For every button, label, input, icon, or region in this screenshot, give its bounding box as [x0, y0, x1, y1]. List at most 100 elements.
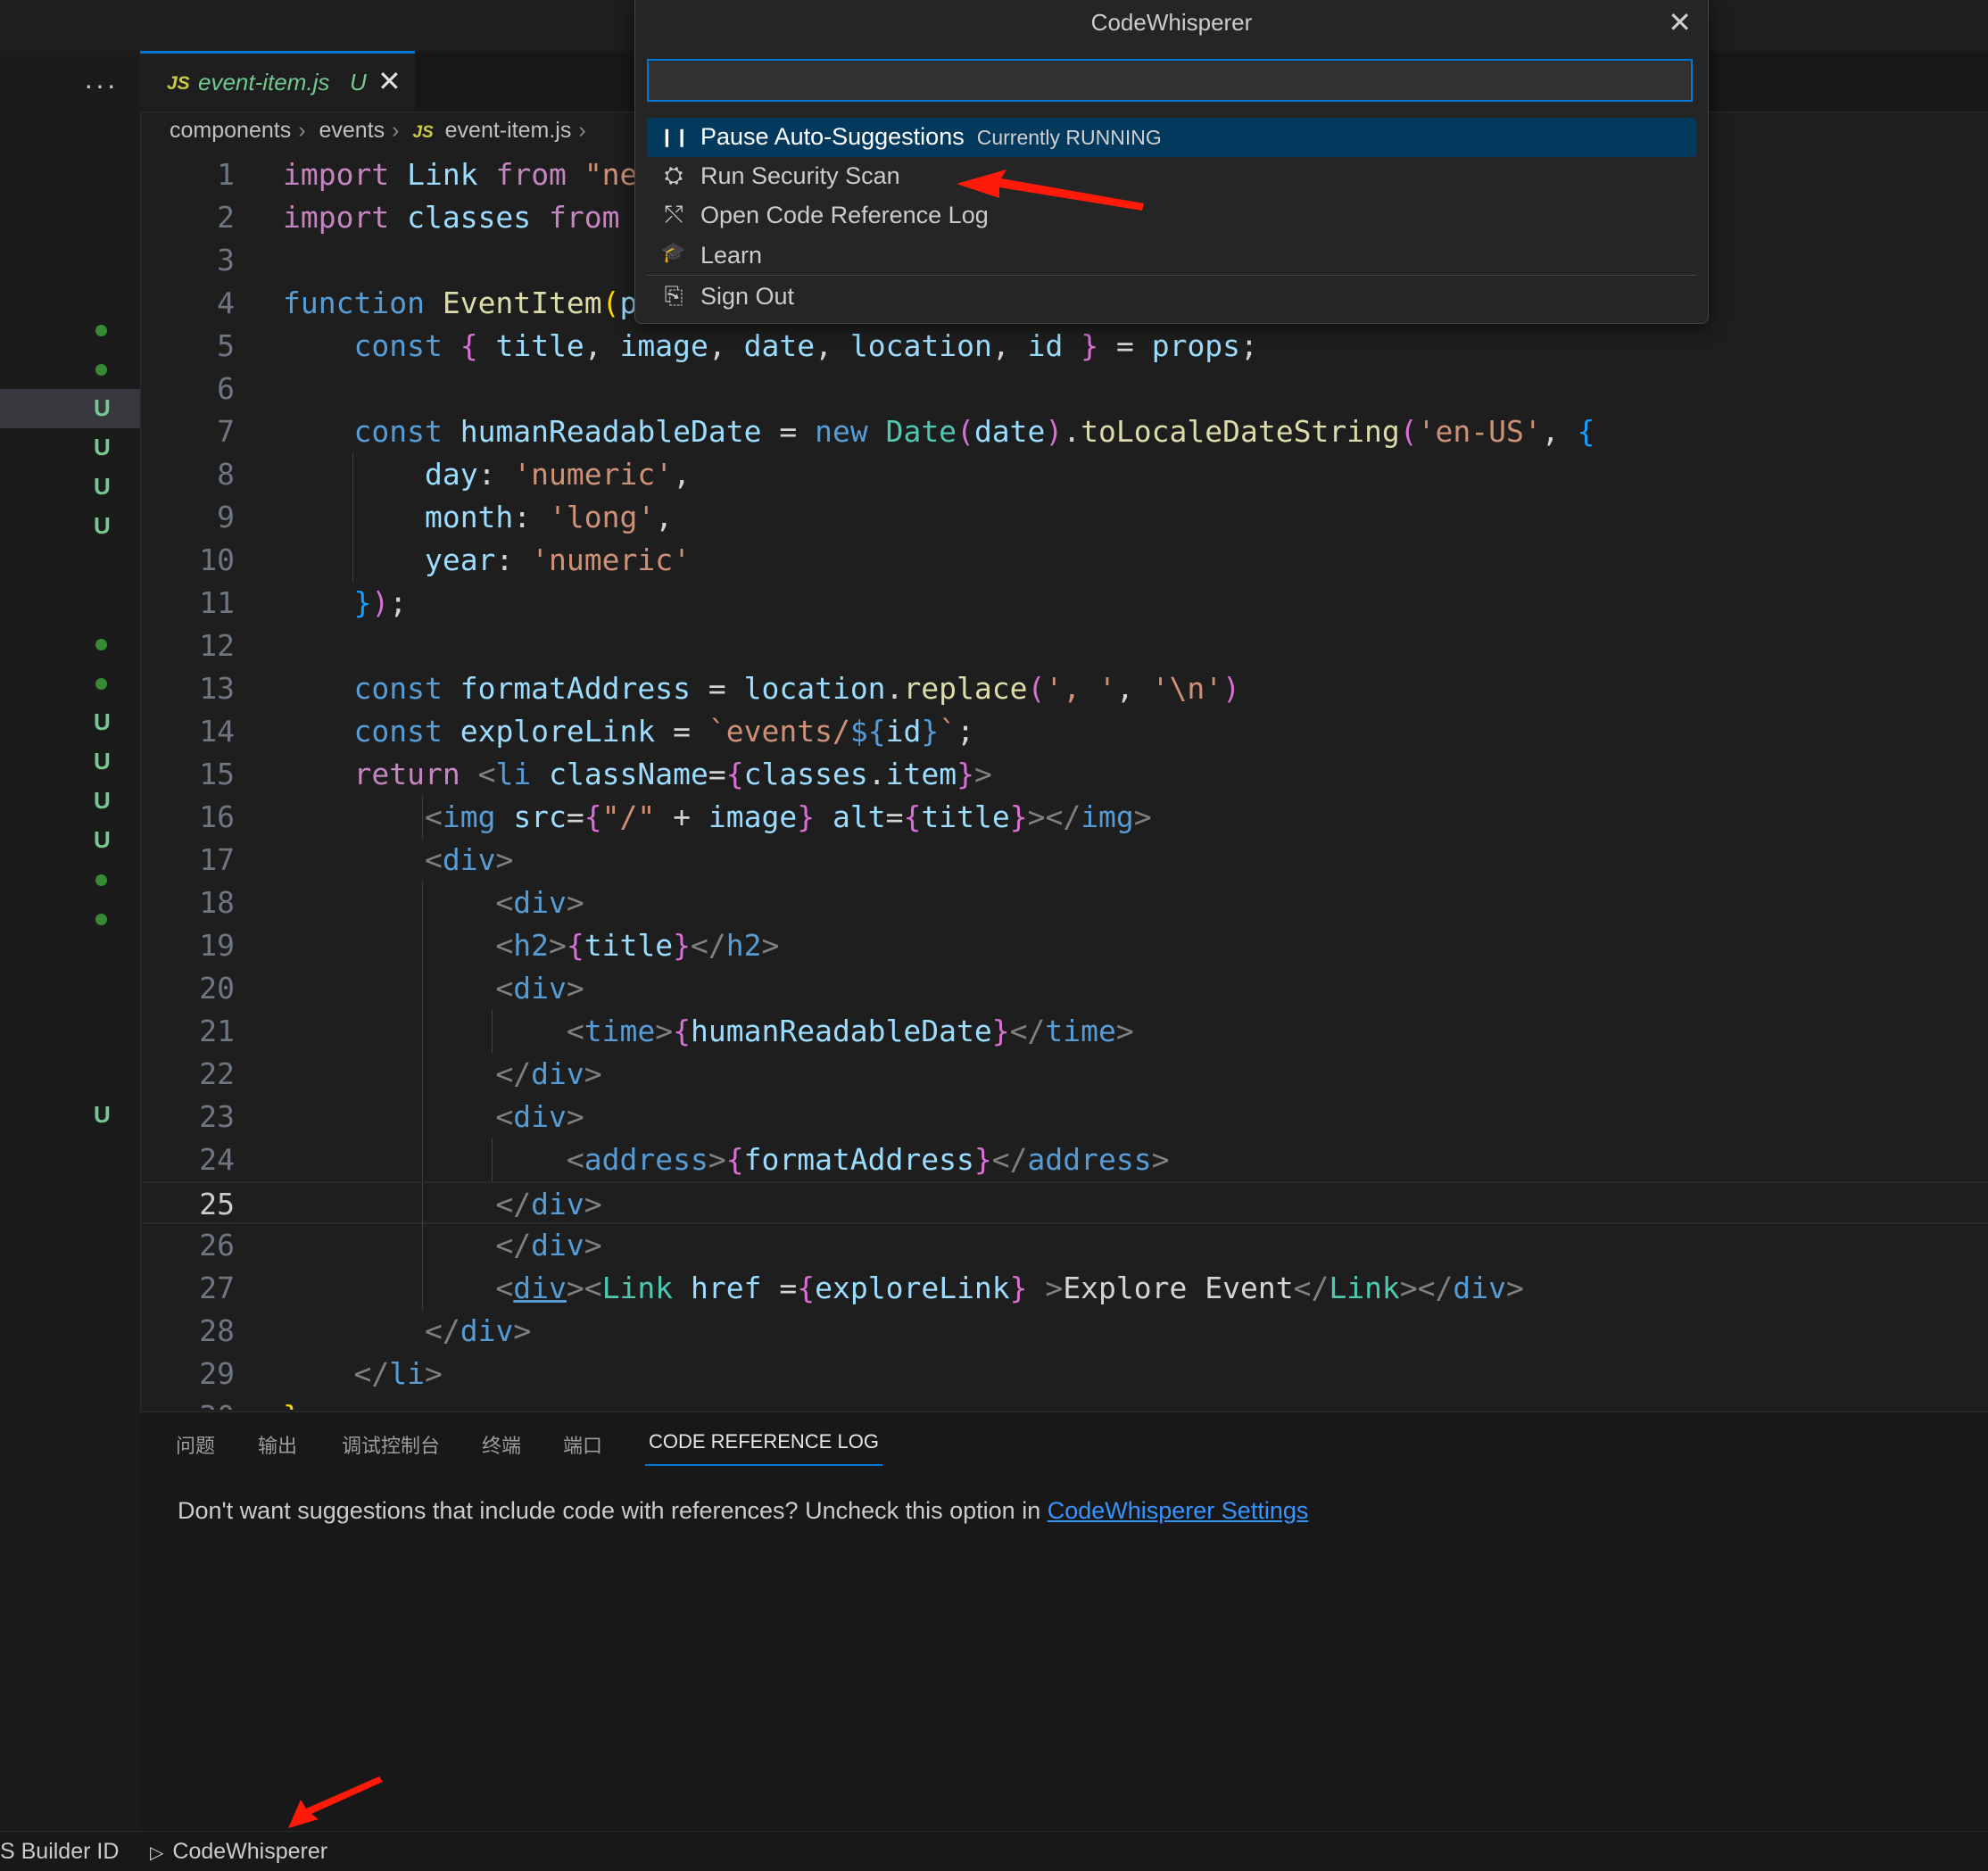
tab-event-item[interactable]: JS event-item.js U ✕ [140, 51, 415, 112]
builder-id-status[interactable]: S Builder ID [0, 1839, 119, 1865]
menu-item-sign-out[interactable]: ⎘ Sign Out [647, 277, 1696, 317]
codewhisperer-status[interactable]: ▷ CodeWhisperer [150, 1839, 327, 1865]
breadcrumb-item[interactable]: event-item.js [445, 118, 572, 143]
line-number: 25 [199, 1187, 235, 1221]
tab-status-badge: U [350, 69, 367, 95]
untracked-badge: U [94, 708, 111, 735]
annotation-arrow-icon [288, 1776, 383, 1828]
gutter-marker [0, 1056, 140, 1096]
code-line[interactable]: 12 [140, 625, 1988, 667]
menu-separator [647, 275, 1696, 276]
reference-log-text: Don't want suggestions that include code… [178, 1497, 1048, 1524]
code-line[interactable]: 23 <div> [140, 1096, 1988, 1138]
code-line[interactable]: 15 return <li className={classes.item}> [140, 753, 1988, 796]
code-line[interactable]: 30} [140, 1395, 1988, 1410]
code-line[interactable]: 21 <time>{humanReadableDate}</time> [140, 1010, 1988, 1053]
annotation-arrow-icon [957, 170, 1144, 211]
close-icon[interactable]: ✕ [377, 64, 402, 98]
menu-item-open-code-reference-log[interactable]: ⤲ Open Code Reference Log [647, 196, 1696, 236]
gutter-marker: U [0, 468, 140, 507]
codewhisperer-settings-link[interactable]: CodeWhisperer Settings [1048, 1497, 1309, 1524]
menu-item-label: Pause Auto-Suggestions [700, 123, 965, 150]
gutter-marker [0, 350, 140, 389]
menu-item-label: Learn [700, 242, 763, 269]
code-line[interactable]: 22 </div> [140, 1053, 1988, 1096]
line-number: 21 [199, 1014, 235, 1048]
code-line[interactable]: 14 const exploreLink = `events/${id}`; [140, 710, 1988, 753]
code-line[interactable]: 19 <h2>{title}</h2> [140, 924, 1988, 967]
menu-item-run-security-scan[interactable]: ⛭ Run Security Scan [647, 157, 1696, 196]
line-number: 17 [199, 842, 235, 877]
code-line[interactable]: 16 <img src={"/" + image} alt={title}></… [140, 796, 1988, 839]
gutter-marker [0, 860, 140, 899]
untracked-badge: U [94, 434, 111, 460]
line-number: 4 [217, 286, 235, 320]
mortarboard-icon: 🎓 [661, 241, 686, 263]
pause-icon: ❙❙ [659, 128, 690, 147]
code-line[interactable]: 26 </div> [140, 1224, 1988, 1267]
code-line[interactable]: 10 year: 'numeric' [140, 539, 1988, 582]
code-line[interactable]: 11 }); [140, 582, 1988, 625]
gutter-marker [0, 193, 140, 232]
code-line[interactable]: 29 </li> [140, 1353, 1988, 1395]
tab-ports[interactable]: 端口 [563, 1430, 602, 1459]
sign-out-icon: ⎘ [664, 282, 683, 309]
menu-item-pause-auto-suggestions[interactable]: ❙❙ Pause Auto-Suggestions Currently RUNNI… [647, 118, 1696, 157]
tab-problems[interactable]: 问题 [176, 1430, 215, 1459]
code-line[interactable]: 18 <div> [140, 882, 1988, 924]
gutter-marker: U [0, 507, 140, 546]
code-line[interactable]: 5 const { title, image, date, location, … [140, 325, 1988, 368]
gutter-marker [0, 939, 140, 978]
play-icon: ▷ [150, 1843, 164, 1863]
tab-debug-console[interactable]: 调试控制台 [342, 1430, 440, 1459]
code-line[interactable]: 27 <div><Link href ={exploreLink} >Explo… [140, 1267, 1988, 1310]
code-line[interactable]: 24 <address>{formatAddress}</address> [140, 1138, 1988, 1181]
tab-terminal[interactable]: 终端 [482, 1430, 521, 1459]
line-number: 15 [199, 757, 235, 791]
gutter-marker: U [0, 782, 140, 821]
code-editor[interactable]: 1import Link from "next/link"; 2import c… [140, 153, 1988, 1410]
line-number: 19 [199, 928, 235, 963]
quick-pick-input[interactable] [647, 59, 1693, 102]
gutter-marker [0, 664, 140, 703]
modified-dot-icon [95, 639, 107, 650]
js-file-icon: JS [167, 73, 190, 94]
tab-output[interactable]: 输出 [258, 1430, 297, 1459]
modified-dot-icon [95, 874, 107, 886]
reference-log-message: Don't want suggestions that include code… [178, 1497, 1308, 1525]
close-icon[interactable]: ✕ [1668, 5, 1692, 39]
gutter-marker [0, 232, 140, 271]
line-number: 23 [199, 1099, 235, 1134]
breadcrumb-item[interactable]: events [319, 118, 385, 143]
bug-scan-icon: ⛭ [664, 161, 683, 188]
code-line[interactable]: 20 <div> [140, 967, 1988, 1010]
code-line[interactable]: 13 const formatAddress = location.replac… [140, 667, 1988, 710]
code-line[interactable]: 9 month: 'long', [140, 496, 1988, 539]
code-line[interactable]: 8 day: 'numeric', [140, 453, 1988, 496]
gutter-marker: U [0, 742, 140, 782]
menu-item-label: Run Security Scan [700, 162, 900, 189]
code-line-current[interactable]: 25 </div> [140, 1181, 1988, 1226]
line-number: 7 [217, 414, 235, 449]
untracked-badge: U [94, 748, 111, 774]
line-number: 16 [199, 799, 235, 834]
line-number: 10 [199, 542, 235, 577]
modified-dot-icon [95, 678, 107, 690]
menu-item-learn[interactable]: 🎓 Learn [647, 236, 1696, 276]
tab-code-reference-log[interactable]: CODE REFERENCE LOG [645, 1430, 882, 1466]
code-line[interactable]: 28 </div> [140, 1310, 1988, 1353]
modified-dot-icon [95, 364, 107, 376]
js-file-icon: JS [412, 123, 434, 142]
gutter-marker: U [0, 389, 140, 428]
untracked-badge: U [94, 473, 111, 500]
code-line[interactable]: 7 const humanReadableDate = new Date(dat… [140, 410, 1988, 453]
chevron-right-icon: › [392, 118, 400, 143]
more-actions-icon[interactable]: ··· [84, 69, 118, 102]
codewhisperer-status-label: CodeWhisperer [172, 1839, 328, 1864]
code-line[interactable]: 6 [140, 368, 1988, 410]
breadcrumb-item[interactable]: components [170, 118, 291, 143]
code-line[interactable]: 17 <div> [140, 839, 1988, 882]
line-number: 6 [217, 371, 235, 406]
line-number: 1 [217, 157, 235, 192]
breadcrumb: components › events › JS event-item.js › [170, 118, 593, 153]
